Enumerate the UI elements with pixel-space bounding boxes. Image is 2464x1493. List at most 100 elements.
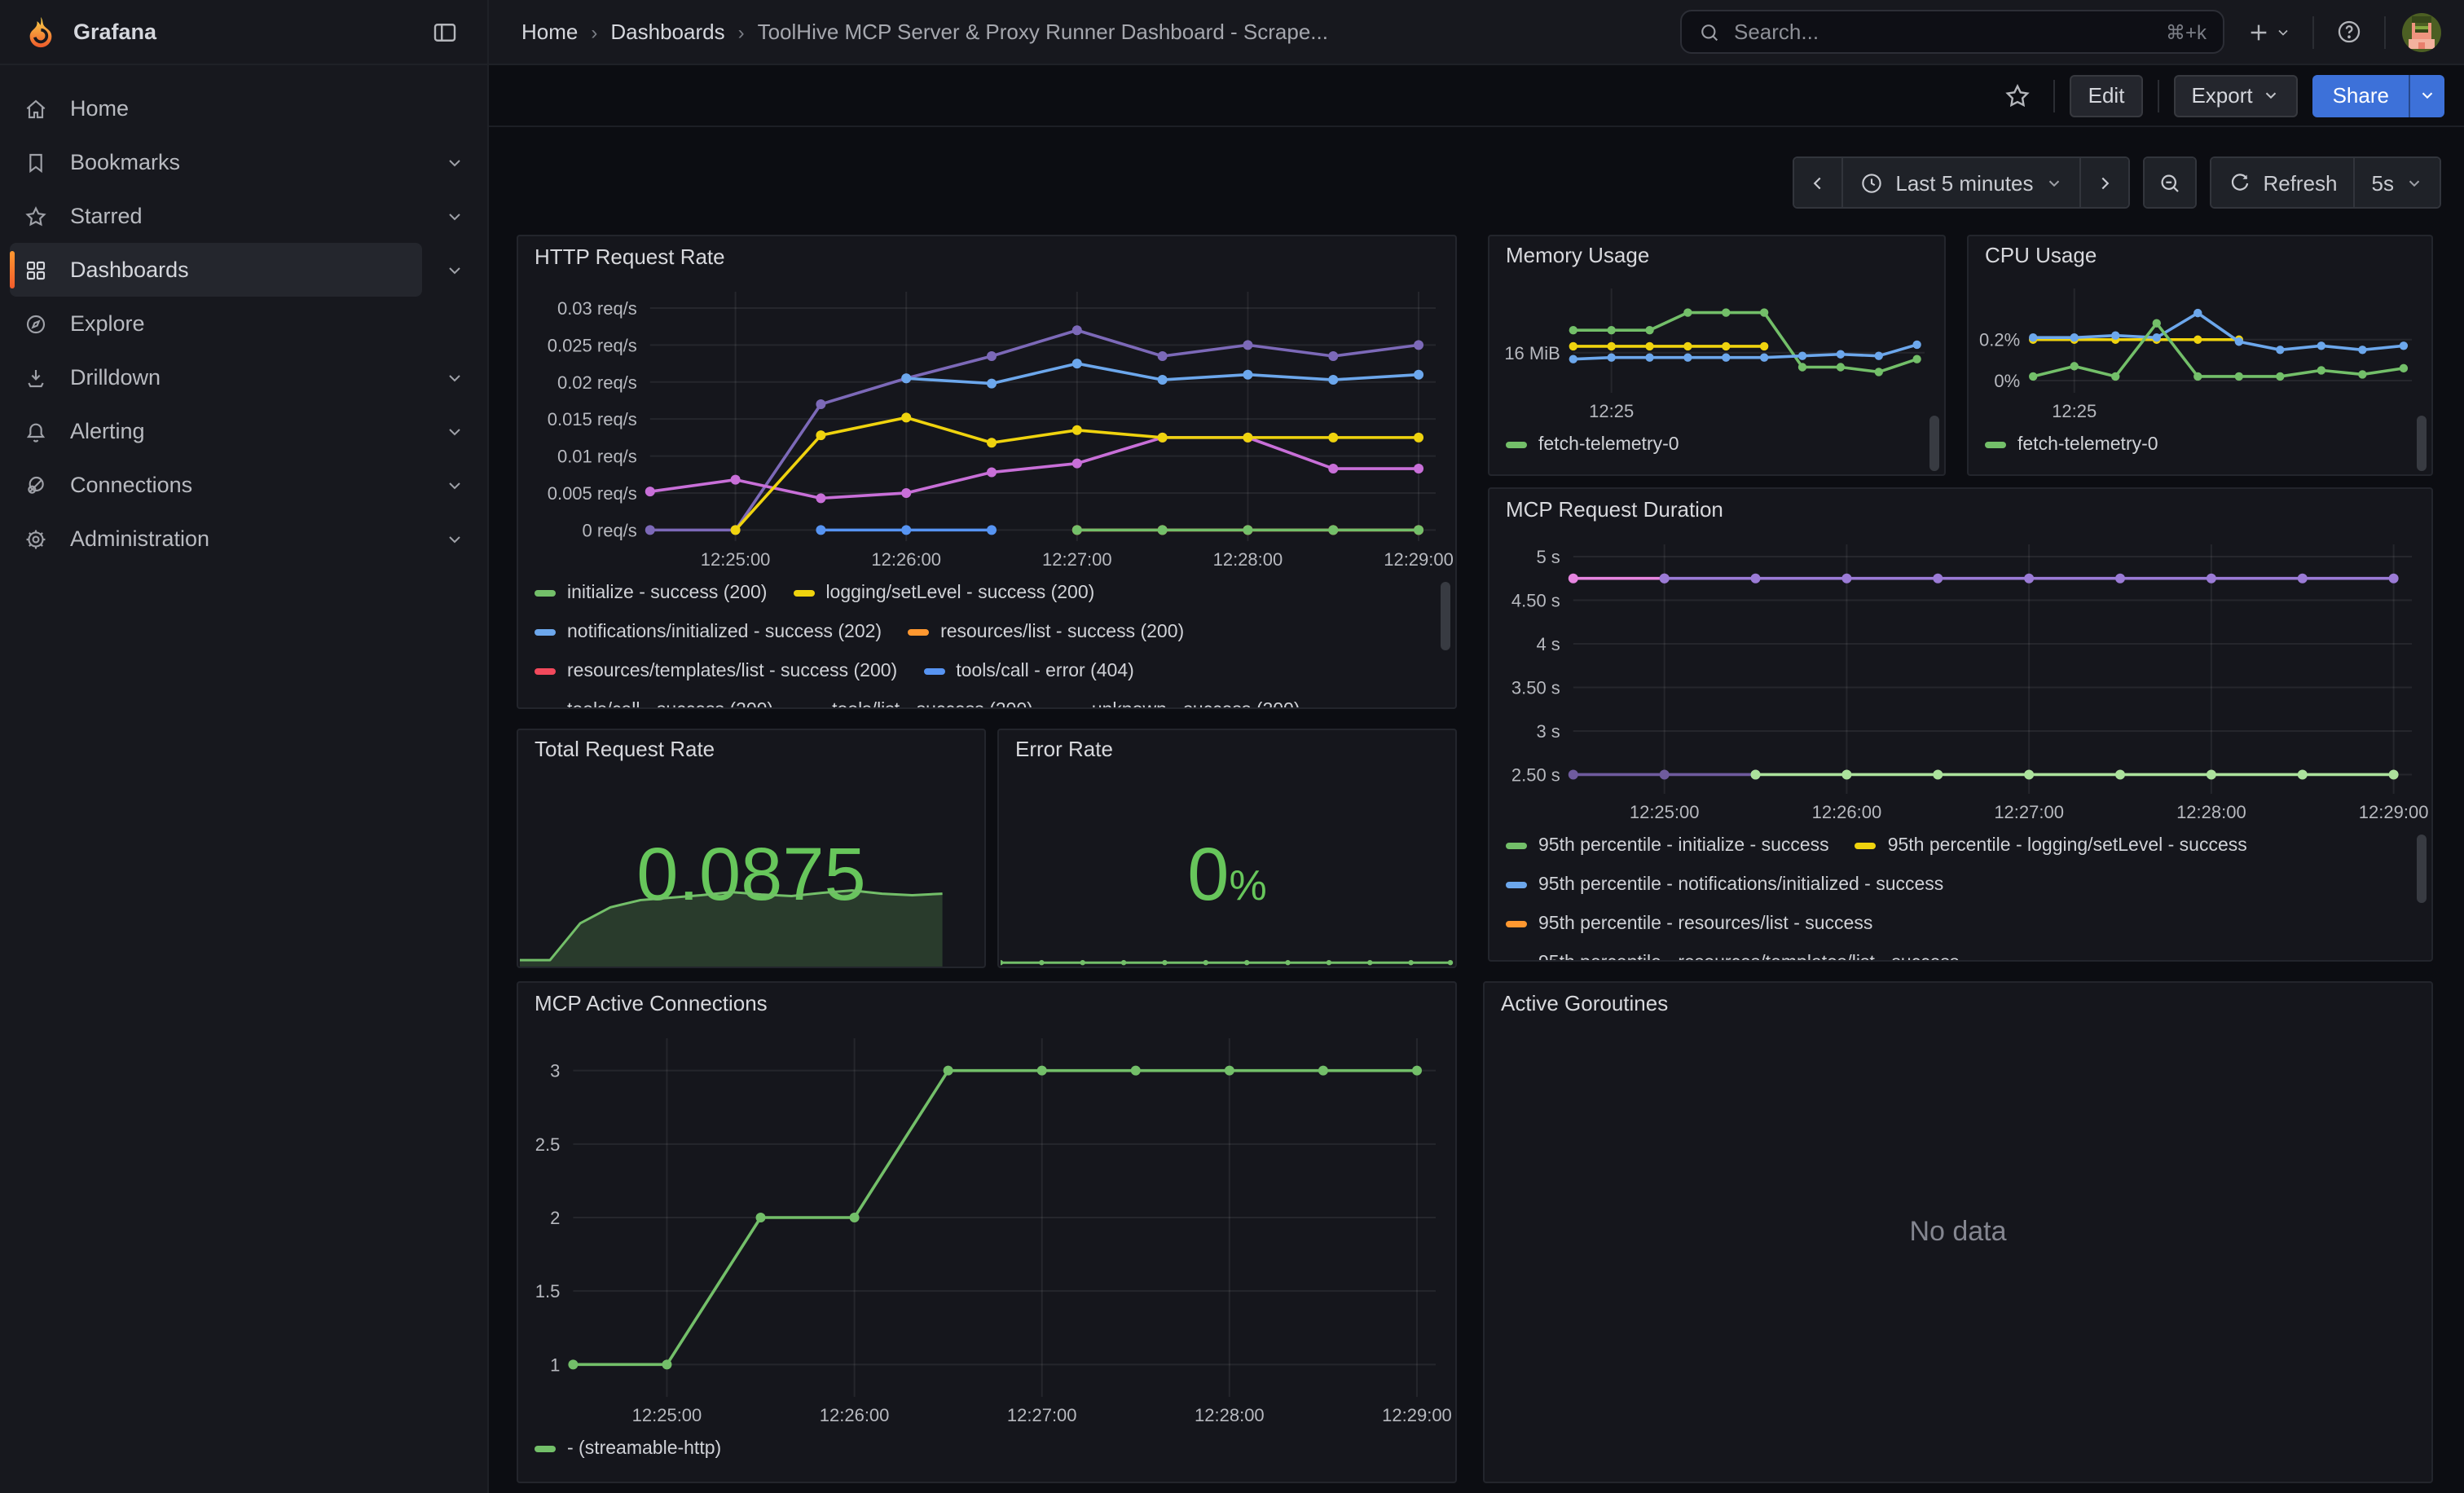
panel-title[interactable]: Memory Usage [1489,236,1944,275]
panel-title[interactable]: Active Goroutines [1485,983,2431,1025]
sidebar-item-bookmarks[interactable]: Bookmarks [0,135,487,189]
error-rate-sparkline[interactable] [1001,944,1454,967]
svg-text:12:25:00: 12:25:00 [632,1405,702,1425]
cpu-usage-chart[interactable]: 12:250.2%0% [1969,275,2431,425]
share-button[interactable]: Share [2313,74,2409,117]
legend-item[interactable]: resources/list - success (200) [908,623,1184,642]
help-icon[interactable] [2330,11,2368,53]
sidebar-item-label: Administration [70,526,424,551]
legend-item[interactable]: - (streamable-http) [535,1439,721,1459]
legend-label: 95th percentile - resources/templates/li… [1538,953,1959,962]
legend-item[interactable]: 95th percentile - initialize - success [1506,836,1829,856]
panel-title[interactable]: HTTP Request Rate [518,236,1455,279]
sidebar-item-dashboards[interactable]: Dashboards [0,243,487,297]
panel-title[interactable]: Error Rate [999,730,1455,769]
legend-row: 95th percentile - notifications/initiali… [1506,865,2415,905]
legend-marker [1506,921,1527,927]
legend-item[interactable]: tools/call - error (404) [923,662,1134,681]
breadcrumb-item[interactable]: Dashboards [610,20,724,44]
time-shift-back-button[interactable] [1794,158,1843,207]
panel-title[interactable]: Total Request Rate [518,730,984,769]
toolbar-divider [2054,79,2056,112]
legend-item[interactable]: tools/call - success (200) [535,701,773,709]
legend-item[interactable]: unknown - success (200) [1059,701,1300,709]
legend-item[interactable]: 95th percentile - resources/templates/li… [1506,953,1959,962]
legend-item[interactable]: initialize - success (200) [535,584,767,603]
legend-item[interactable]: logging/setLevel - success (200) [793,584,1094,603]
dashboards-icon [23,257,49,283]
legend-marker [1506,843,1527,849]
http-request-rate-chart[interactable]: 12:25:0012:26:0012:27:0012:28:0012:29:00… [518,279,1455,574]
time-range-picker[interactable]: Last 5 minutes [1843,158,2080,207]
legend-item[interactable]: 95th percentile - notifications/initiali… [1506,875,1943,895]
legend-item[interactable]: 95th percentile - resources/list - succe… [1506,914,1872,934]
legend-label: resources/templates/list - success (200) [567,662,897,681]
refresh-button[interactable]: Refresh [2211,158,2355,207]
svg-text:12:26:00: 12:26:00 [871,549,941,570]
chevron-down-icon[interactable] [445,421,464,441]
svg-text:3: 3 [550,1061,560,1081]
grafana-logo-icon[interactable] [23,14,59,50]
chevron-down-icon[interactable] [445,206,464,226]
chevron-down-icon[interactable] [445,260,464,280]
legend-row: 95th percentile - resources/list - succe… [1506,905,2415,944]
add-new-button[interactable] [2241,11,2296,53]
sidebar-item-alerting[interactable]: Alerting [0,404,487,458]
svg-text:12:28:00: 12:28:00 [2176,802,2246,822]
mcp-request-duration-chart[interactable]: 12:25:0012:26:0012:27:0012:28:0012:29:00… [1489,531,2431,826]
legend-scrollbar-thumb[interactable] [2417,416,2427,471]
chevron-down-icon[interactable] [445,475,464,495]
legend-item[interactable]: fetch-telemetry-0 [1985,435,2158,455]
avatar[interactable] [2402,12,2441,51]
header: Home›Dashboards›ToolHive MCP Server & Pr… [489,0,2464,65]
breadcrumb-item[interactable]: Home [521,20,578,44]
legend-item[interactable]: 95th percentile - logging/setLevel - suc… [1855,836,2247,856]
total-request-rate-sparkline[interactable] [520,872,983,967]
legend-row: notifications/initialized - success (202… [535,613,1439,652]
svg-text:12:25:00: 12:25:00 [1630,802,1700,822]
sidebar-item-label: Bookmarks [70,150,424,174]
legend-scrollbar-thumb[interactable] [2417,835,2427,903]
sidebar-item-drilldown[interactable]: Drilldown [0,350,487,404]
svg-text:12:28:00: 12:28:00 [1195,1405,1265,1425]
refresh-interval-picker[interactable]: 5s [2356,158,2440,207]
panel-title[interactable]: MCP Active Connections [518,983,1455,1025]
share-split-button: Share [2313,74,2444,117]
panel-title[interactable]: CPU Usage [1969,236,2431,275]
legend-scrollbar-thumb[interactable] [1441,582,1450,650]
svg-text:1.5: 1.5 [535,1281,561,1301]
legend-item[interactable]: fetch-telemetry-0 [1506,435,1679,455]
time-shift-forward-button[interactable] [2080,158,2127,207]
legend-item[interactable]: notifications/initialized - success (202… [535,623,882,642]
sidebar-item-starred[interactable]: Starred [0,189,487,243]
dock-sidebar-icon[interactable] [425,12,464,51]
panel-title[interactable]: MCP Request Duration [1489,489,2431,531]
legend-item[interactable]: tools/list - success (200) [799,701,1033,709]
sidebar-item-home[interactable]: Home [0,81,487,135]
edit-button[interactable]: Edit [2070,74,2143,117]
chevron-down-icon[interactable] [445,152,464,172]
search-input[interactable] [1734,20,2153,44]
zoom-out-button[interactable] [2144,158,2194,207]
panel-memory-usage: Memory Usage 12:2516 MiB fetch-telemetry… [1488,235,1946,476]
favorite-star-icon[interactable] [1997,74,2039,117]
chevron-down-icon[interactable] [445,368,464,387]
sidebar-item-administration[interactable]: Administration [0,512,487,566]
sidebar-item-explore[interactable]: Explore [0,297,487,350]
legend-item[interactable]: resources/templates/list - success (200) [535,662,897,681]
search-box[interactable]: ⌘+k [1680,10,2224,54]
svg-text:0.2%: 0.2% [1979,330,2020,350]
mcp-active-connections-chart[interactable]: 12:25:0012:26:0012:27:0012:28:0012:29:00… [518,1025,1455,1429]
search-shortcut: ⌘+k [2166,20,2207,43]
panel-cpu-usage: CPU Usage 12:250.2%0% fetch-telemetry-0 [1967,235,2433,476]
legend-marker [923,668,944,675]
export-button[interactable]: Export [2173,74,2298,117]
bookmark-icon [23,149,49,175]
grafana-app: Grafana Home›Dashboards›ToolHive MCP Ser… [0,0,2464,1493]
main-content: Edit Export Share [489,65,2464,1493]
share-menu-caret[interactable] [2409,74,2444,117]
sidebar-item-connections[interactable]: Connections [0,458,487,512]
memory-usage-chart[interactable]: 12:2516 MiB [1489,275,1944,425]
chevron-down-icon[interactable] [445,529,464,548]
legend-scrollbar-thumb[interactable] [1929,416,1939,471]
